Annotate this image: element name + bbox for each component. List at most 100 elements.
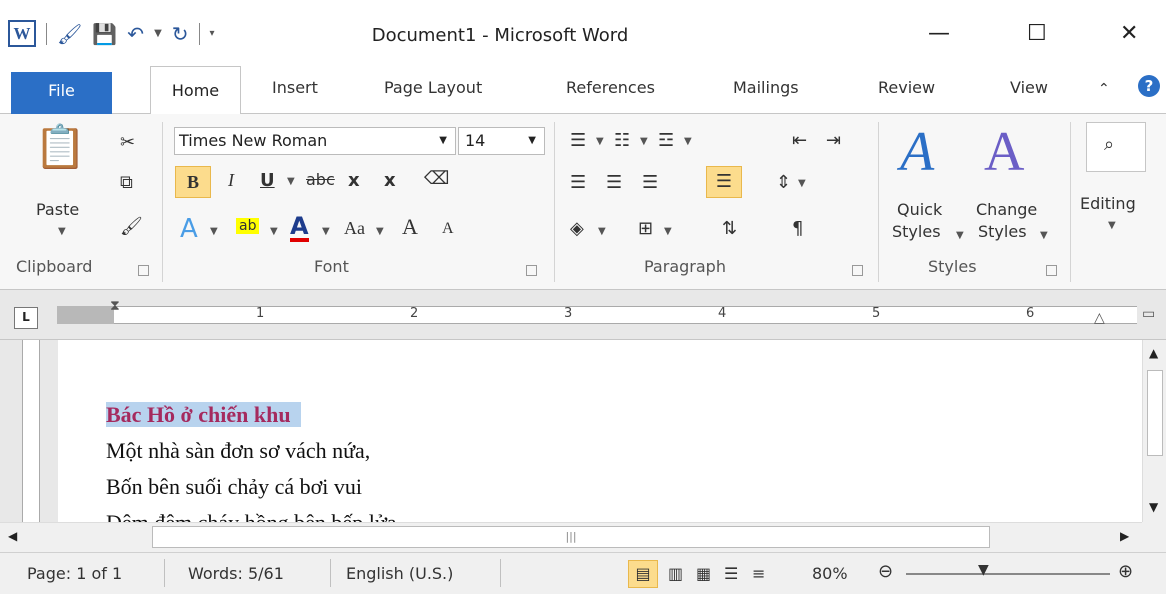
paste-icon[interactable]: 📋 bbox=[34, 122, 86, 172]
vertical-scrollbar[interactable]: ▲ ▼ bbox=[1142, 340, 1166, 522]
tab-file[interactable]: File bbox=[11, 72, 112, 114]
page-count[interactable]: Page: 1 of 1 bbox=[27, 564, 122, 583]
align-right-icon[interactable]: ☰ bbox=[642, 172, 658, 193]
italic-button[interactable]: I bbox=[228, 170, 234, 191]
document-page[interactable]: Bác Hồ ở chiến khu Một nhà sàn đơn sơ vá… bbox=[58, 340, 1140, 522]
subscript-button[interactable]: x bbox=[348, 170, 360, 191]
align-center-icon[interactable]: ☰ bbox=[606, 172, 622, 193]
first-line-indent-marker[interactable]: ⧗ bbox=[110, 298, 120, 314]
increase-indent-icon[interactable]: ⇥ bbox=[826, 130, 841, 151]
clear-formatting-icon[interactable]: ⌫ bbox=[424, 168, 449, 189]
font-color-dropdown-icon[interactable]: ▼ bbox=[322, 226, 330, 237]
quick-styles-icon[interactable]: A bbox=[900, 120, 934, 184]
clipboard-launcher-icon[interactable] bbox=[138, 265, 149, 276]
text-effects-dropdown-icon[interactable]: ▼ bbox=[210, 226, 218, 237]
outline-icon[interactable]: ☰ bbox=[724, 564, 738, 583]
underline-dropdown-icon[interactable]: ▼ bbox=[287, 176, 295, 187]
change-case-dropdown-icon[interactable]: ▼ bbox=[376, 226, 384, 237]
shading-dropdown-icon[interactable]: ▼ bbox=[598, 226, 606, 237]
ruler-track[interactable] bbox=[57, 306, 1137, 324]
scroll-right-icon[interactable]: ▶ bbox=[1120, 529, 1129, 543]
tab-mailings[interactable]: Mailings bbox=[733, 78, 799, 97]
language-indicator[interactable]: English (U.S.) bbox=[346, 564, 453, 583]
view-ruler-icon[interactable]: ▭ bbox=[1142, 306, 1155, 322]
zoom-in-icon[interactable]: ⊕ bbox=[1118, 561, 1133, 582]
quick-styles-label-2[interactable]: Styles bbox=[892, 222, 941, 241]
show-formatting-button[interactable]: ¶ bbox=[792, 218, 803, 239]
zoom-out-icon[interactable]: ⊖ bbox=[878, 561, 893, 582]
vertical-scroll-thumb[interactable] bbox=[1147, 370, 1163, 456]
tab-home[interactable]: Home bbox=[150, 66, 241, 115]
draft-icon[interactable]: ≡ bbox=[752, 564, 765, 583]
borders-dropdown-icon[interactable]: ▼ bbox=[664, 226, 672, 237]
help-icon[interactable]: ? bbox=[1138, 75, 1160, 97]
borders-icon[interactable]: ⊞ bbox=[638, 218, 653, 239]
document-line[interactable]: Một nhà sàn đơn sơ vách nứa, bbox=[106, 438, 370, 464]
font-name-select[interactable]: Times New Roman ▼ bbox=[174, 127, 456, 155]
underline-button[interactable]: U bbox=[260, 170, 275, 191]
scroll-up-icon[interactable]: ▲ bbox=[1149, 346, 1158, 360]
zoom-slider-thumb[interactable]: ▼ bbox=[978, 562, 989, 578]
editing-button[interactable]: Editing bbox=[1080, 194, 1136, 213]
full-screen-reading-icon[interactable]: ▥ bbox=[668, 564, 683, 583]
numbering-dropdown-icon[interactable]: ▼ bbox=[640, 136, 648, 147]
collapse-ribbon-icon[interactable]: ⌃ bbox=[1098, 81, 1110, 97]
word-count[interactable]: Words: 5/61 bbox=[188, 564, 284, 583]
document-line[interactable]: Đêm đêm cháy hồng bên bếp lửa bbox=[106, 510, 397, 522]
right-indent-marker[interactable]: △ bbox=[1094, 310, 1105, 326]
tab-page-layout[interactable]: Page Layout bbox=[384, 78, 482, 97]
highlight-dropdown-icon[interactable]: ▼ bbox=[270, 226, 278, 237]
tab-references[interactable]: References bbox=[566, 78, 655, 97]
bold-button[interactable]: B bbox=[175, 166, 211, 198]
paste-button[interactable]: Paste bbox=[36, 200, 79, 219]
tab-insert[interactable]: Insert bbox=[272, 78, 318, 97]
scroll-down-icon[interactable]: ▼ bbox=[1149, 500, 1158, 514]
copy-icon[interactable]: ⧉ bbox=[120, 172, 133, 193]
change-styles-dropdown-icon[interactable]: ▼ bbox=[1040, 230, 1048, 241]
tab-review[interactable]: Review bbox=[878, 78, 935, 97]
change-case-button[interactable]: Aa bbox=[344, 218, 365, 239]
multilevel-dropdown-icon[interactable]: ▼ bbox=[684, 136, 692, 147]
horizontal-scrollbar[interactable]: ◀ ||| ▶ bbox=[0, 522, 1142, 552]
change-styles-icon[interactable]: A bbox=[984, 120, 1024, 184]
document-line[interactable]: Bốn bên suối chảy cá bơi vui bbox=[106, 474, 362, 500]
numbering-icon[interactable]: ☷ bbox=[614, 130, 630, 151]
font-launcher-icon[interactable] bbox=[526, 265, 537, 276]
strikethrough-button[interactable]: abc bbox=[306, 170, 335, 189]
editing-dropdown-icon[interactable]: ▼ bbox=[1108, 220, 1116, 231]
cut-icon[interactable]: ✂ bbox=[120, 132, 135, 153]
superscript-button[interactable]: x bbox=[384, 170, 396, 191]
scroll-left-icon[interactable]: ◀ bbox=[8, 529, 17, 543]
tab-selector[interactable]: L bbox=[14, 307, 38, 329]
format-painter-icon[interactable]: 🖌 bbox=[120, 216, 143, 237]
maximize-icon[interactable]: ☐ bbox=[1027, 21, 1047, 46]
change-styles-label[interactable]: Change bbox=[976, 200, 1037, 219]
sort-icon[interactable]: ⇅ bbox=[722, 218, 737, 239]
zoom-level[interactable]: 80% bbox=[812, 564, 848, 583]
decrease-indent-icon[interactable]: ⇤ bbox=[792, 130, 807, 151]
web-layout-icon[interactable]: ▦ bbox=[696, 564, 711, 583]
paste-dropdown-icon[interactable]: ▼ bbox=[58, 226, 66, 237]
highlight-icon[interactable]: ab bbox=[236, 218, 260, 234]
paragraph-launcher-icon[interactable] bbox=[852, 265, 863, 276]
shading-icon[interactable]: ◈ bbox=[570, 218, 584, 239]
grow-font-button[interactable]: A bbox=[402, 214, 418, 240]
styles-launcher-icon[interactable] bbox=[1046, 265, 1057, 276]
binoculars-icon[interactable]: ⌕ bbox=[1104, 134, 1114, 155]
shrink-font-button[interactable]: A bbox=[442, 220, 454, 238]
document-line[interactable]: Bác Hồ ở chiến khu bbox=[106, 402, 301, 428]
close-icon[interactable]: ✕ bbox=[1120, 21, 1138, 46]
bullets-dropdown-icon[interactable]: ▼ bbox=[596, 136, 604, 147]
font-color-icon[interactable]: A bbox=[290, 214, 309, 242]
document-title-selected[interactable]: Bác Hồ ở chiến khu bbox=[106, 402, 301, 427]
minimize-icon[interactable]: — bbox=[928, 21, 950, 46]
change-styles-label-2[interactable]: Styles bbox=[978, 222, 1027, 241]
align-left-icon[interactable]: ☰ bbox=[570, 172, 586, 193]
justify-icon[interactable]: ☰ bbox=[706, 166, 742, 198]
zoom-slider-track[interactable] bbox=[906, 573, 1110, 575]
line-spacing-dropdown-icon[interactable]: ▼ bbox=[798, 178, 806, 189]
print-layout-icon[interactable]: ▤ bbox=[628, 560, 658, 588]
quick-styles-label[interactable]: Quick bbox=[897, 200, 942, 219]
font-size-select[interactable]: 14 ▼ bbox=[458, 127, 545, 155]
tab-view[interactable]: View bbox=[1010, 78, 1048, 97]
